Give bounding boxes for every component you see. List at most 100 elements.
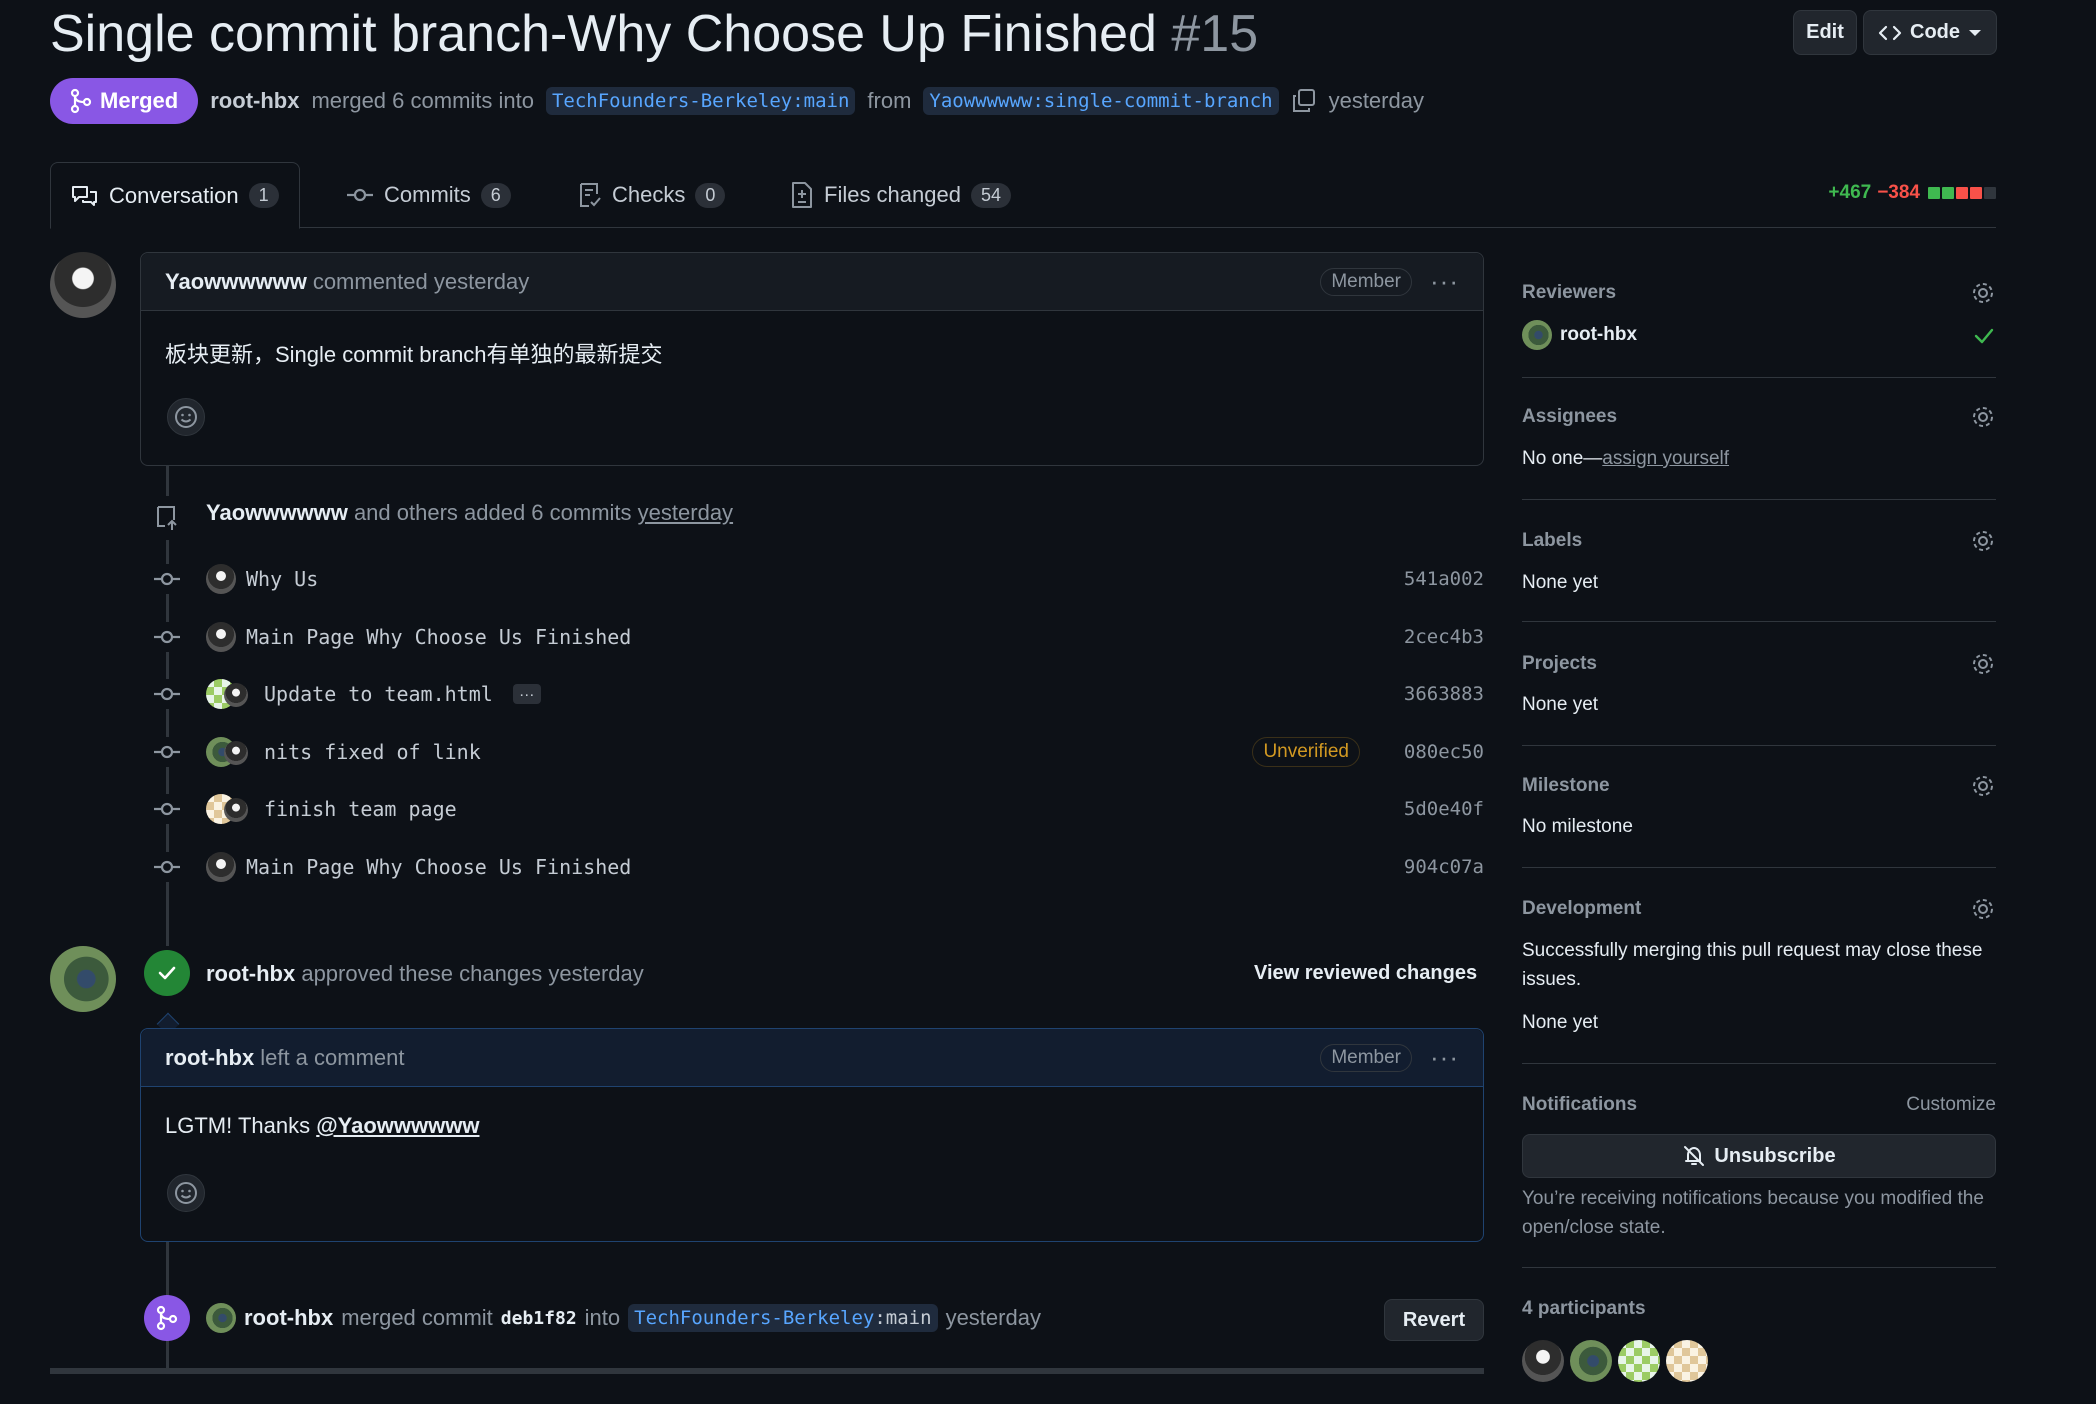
labels-title[interactable]: Labels [1522,530,1582,552]
merged-badge: Merged [50,78,199,124]
tab-commits[interactable]: Commits 6 [346,162,511,228]
code-icon [1878,25,1902,40]
tab-files-changed-label: Files changed [824,182,961,207]
view-reviewed-changes-button[interactable]: View reviewed changes [1254,962,1477,985]
milestone-title[interactable]: Milestone [1522,775,1610,797]
commit-sha-link[interactable]: 904c07a [1404,856,1484,878]
avatar [224,798,248,822]
review-author-link[interactable]: root-hbx [206,961,295,986]
reviewers-title[interactable]: Reviewers [1522,282,1616,304]
commit-sha-link[interactable]: 5d0e40f [1404,798,1484,820]
tab-files-changed[interactable]: Files changed 54 [790,162,1012,228]
diffstat-box [1970,187,1982,199]
commit-row: Main Page Why Choose Us Finished 904c07a [152,847,1484,887]
comment-box: Yaowwwwww commented yesterday Member ···… [140,252,1484,466]
commit-message-link[interactable]: Update to team.html [264,682,493,706]
unverified-badge[interactable]: Unverified [1252,737,1360,767]
bell-slash-icon [1684,1146,1705,1166]
assignees-title[interactable]: Assignees [1522,406,1617,428]
check-icon [1974,328,1994,344]
commit-author-avatar[interactable] [206,564,236,594]
participant-avatar[interactable] [1570,1340,1612,1382]
tab-checks[interactable]: Checks 0 [578,162,726,228]
commit-sha-link[interactable]: 541a002 [1404,568,1484,590]
diff-deletions: −384 [1877,182,1920,203]
commit-author-avatar[interactable] [206,622,236,652]
pr-time: yesterday [1328,88,1424,113]
development-value: None yet [1522,1012,1599,1033]
assignees-empty-text: No one— [1522,448,1603,469]
kebab-horizontal-icon[interactable]: ··· [1430,1042,1459,1073]
participant-avatar[interactable] [1618,1340,1660,1382]
commit-author-avatar[interactable] [206,852,236,882]
merged-badge-label: Merged [100,88,179,113]
gear-icon[interactable] [1970,651,1996,677]
expand-message-button[interactable]: … [512,684,541,704]
mention-link[interactable]: @Yaowwwwww [316,1113,479,1138]
commit-message-link[interactable]: finish team page [264,797,457,821]
commit-author-avatars[interactable] [206,737,254,767]
edit-button[interactable]: Edit [1793,10,1857,55]
commit-sha-link[interactable]: 3663883 [1404,683,1484,705]
merge-commit-sha-link[interactable]: deb1f82 [501,1308,577,1329]
commits-event-time[interactable]: yesterday [638,500,733,525]
commit-message-link[interactable]: Why Us [246,567,318,591]
tab-conversation[interactable]: Conversation 1 [50,162,300,229]
unsubscribe-button[interactable]: Unsubscribe [1522,1134,1996,1178]
commit-icon [152,794,182,824]
merge-author-link[interactable]: root-hbx [244,1305,333,1331]
merge-author-avatar[interactable] [206,1303,236,1333]
gear-icon[interactable] [1970,404,1996,430]
head-branch-link[interactable]: Yaowwwwww:single-commit-branch [923,87,1279,115]
gear-icon[interactable] [1970,896,1996,922]
gear-icon[interactable] [1970,528,1996,554]
comment-body: LGTM! Thanks @Yaowwwwww [141,1087,1483,1139]
commit-sha-link[interactable]: 2cec4b3 [1404,626,1484,648]
revert-button[interactable]: Revert [1384,1299,1484,1341]
notifications-note: You’re receiving notifications because y… [1522,1188,1984,1238]
commit-author-avatars[interactable] [206,794,254,824]
smiley-icon [175,1182,197,1204]
copy-icon[interactable] [1291,88,1317,114]
code-button[interactable]: Code [1863,10,1997,55]
diffstat-boxes [1928,187,1996,199]
diffstat-box [1942,187,1954,199]
gear-icon[interactable] [1970,280,1996,306]
sidebar-reviewers: Reviewers root-hbx [1522,260,1996,378]
gear-icon[interactable] [1970,773,1996,799]
participants-list [1522,1340,1708,1382]
review-event-text: root-hbx approved these changes yesterda… [206,961,644,987]
sidebar-participants: 4 participants [1522,1268,1996,1404]
sidebar-labels: Labels None yet [1522,500,1996,622]
development-title[interactable]: Development [1522,898,1641,920]
commit-message-link[interactable]: Main Page Why Choose Us Finished [246,855,631,879]
projects-title[interactable]: Projects [1522,653,1597,675]
diffstat-box [1956,187,1968,199]
commits-event-desc: and others added 6 commits [353,500,632,525]
participant-avatar[interactable] [1522,1340,1564,1382]
commits-event-author[interactable]: Yaowwwwww [206,500,348,525]
add-reaction-button[interactable] [167,1174,205,1212]
assign-yourself-link[interactable]: assign yourself [1602,448,1729,469]
kebab-horizontal-icon[interactable]: ··· [1430,266,1459,297]
participant-avatar[interactable] [1666,1340,1708,1382]
milestone-value: No milestone [1522,816,1633,837]
member-badge: Member [1320,267,1413,296]
comment-author-link[interactable]: Yaowwwwww [165,269,307,295]
commit-message-link[interactable]: nits fixed of link [264,740,481,764]
commit-message-link[interactable]: Main Page Why Choose Us Finished [246,625,631,649]
commit-author-avatars[interactable] [206,679,254,709]
check-icon [144,950,190,996]
base-branch-link[interactable]: TechFounders-Berkeley:main [545,87,856,115]
merge-base-branch-link[interactable]: TechFounders-Berkeley:main [628,1304,938,1332]
avatar-root-hbx[interactable] [50,946,116,1012]
comment-action: commented yesterday [312,268,530,294]
comment-author-link[interactable]: root-hbx [165,1045,254,1071]
commit-sha-link[interactable]: 080ec50 [1404,741,1484,763]
add-reaction-button[interactable] [167,398,205,436]
pr-author-link[interactable]: root-hbx [210,88,299,114]
reviewer-avatar[interactable] [1522,320,1552,350]
reviewer-name-link[interactable]: root-hbx [1560,324,1637,346]
customize-notifications-link[interactable]: Customize [1906,1094,1996,1116]
avatar-yaowwwwww[interactable] [50,252,116,318]
